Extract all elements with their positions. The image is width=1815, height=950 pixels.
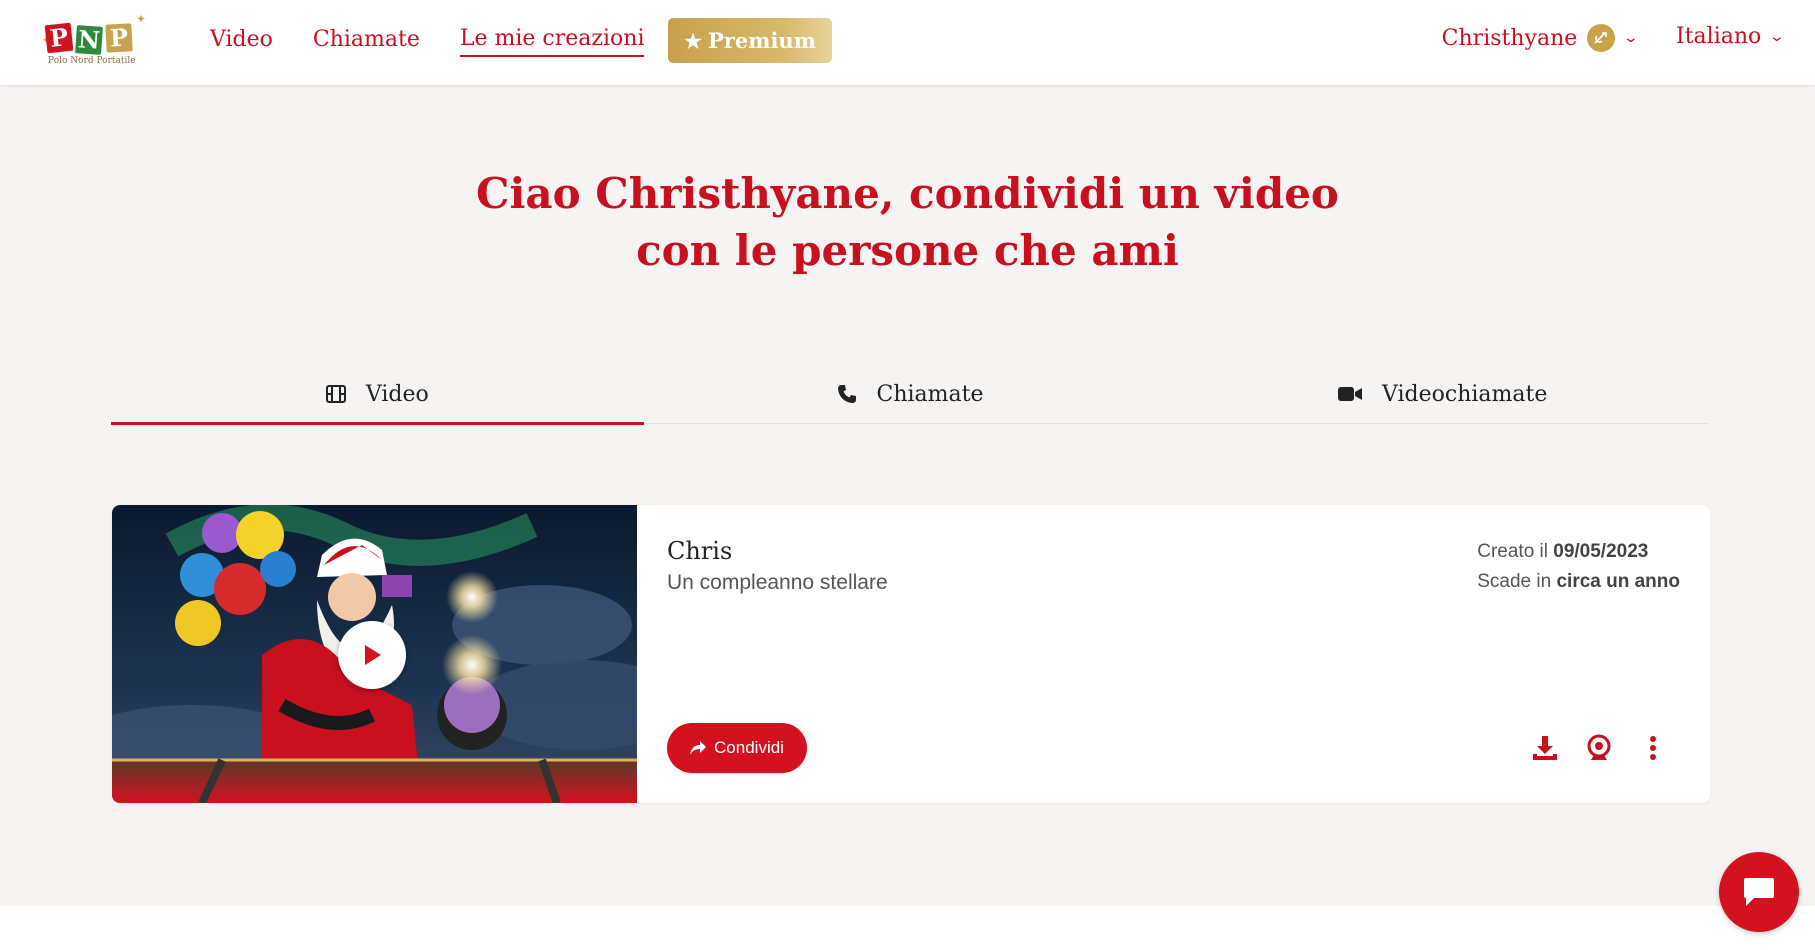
chat-bubble-icon <box>1744 878 1774 906</box>
play-icon <box>365 645 381 665</box>
main-nav: Video Chiamate Le mie creazioni <box>210 24 684 58</box>
more-vertical-icon[interactable] <box>1636 731 1670 765</box>
play-button[interactable] <box>338 621 406 689</box>
language-selector[interactable]: Italiano ⌄ <box>1676 24 1786 49</box>
chat-button[interactable] <box>1719 852 1799 932</box>
logo-letter: N <box>75 24 103 55</box>
avatar-icon <box>1587 24 1616 52</box>
created-value: 09/05/2023 <box>1553 541 1649 562</box>
user-menu[interactable]: Christhyane ⌄ <box>1441 24 1640 52</box>
logo-letter: P <box>105 23 133 53</box>
creation-tabs: Video Chiamate Videochiamate <box>111 365 1709 425</box>
share-arrow-icon <box>690 741 707 755</box>
creation-meta: Creato il 09/05/2023 Scade in circa un a… <box>1477 537 1680 597</box>
sparkle-icon: ✦ <box>136 12 147 26</box>
videocam-icon <box>1337 386 1362 402</box>
creation-card: Chris Un compleanno stellare Creato il 0… <box>112 505 1710 803</box>
premium-label: Premium <box>708 28 816 53</box>
nav-le-mie-creazioni[interactable]: Le mie creazioni <box>459 26 645 57</box>
webcam-icon[interactable] <box>1582 731 1616 765</box>
page-title-line1: Ciao Christhyane, condividi un video <box>476 169 1339 218</box>
logo-letter: P <box>44 22 74 54</box>
created-date: Creato il 09/05/2023 <box>1477 537 1680 567</box>
creation-actions <box>1508 731 1670 765</box>
film-icon <box>325 385 346 403</box>
tab-label: Chiamate <box>876 381 984 407</box>
user-name: Christhyane <box>1441 25 1578 51</box>
logo-subtitle: Polo Nord Portatile <box>48 56 136 66</box>
share-button[interactable]: Condividi <box>667 723 807 773</box>
tab-chiamate[interactable]: Chiamate <box>644 365 1177 423</box>
language-label: Italiano <box>1676 24 1762 49</box>
tab-video[interactable]: Video <box>111 365 644 425</box>
chevron-down-icon: ⌄ <box>1768 28 1786 45</box>
premium-button[interactable]: ★ Premium <box>668 18 832 63</box>
phone-icon <box>837 384 857 404</box>
footer-strip <box>0 906 1815 950</box>
download-icon[interactable] <box>1528 731 1562 765</box>
creation-title: Chris <box>667 537 733 565</box>
nav-video[interactable]: Video <box>210 27 273 56</box>
expires-value: circa un anno <box>1556 571 1680 592</box>
pnp-logo[interactable]: ✦ ✦ P N P Polo Nord Portatile <box>40 12 155 72</box>
page-title: Ciao Christhyane, condividi un video con… <box>0 165 1815 279</box>
chevron-down-icon: ⌄ <box>1622 30 1640 46</box>
creation-subtitle: Un compleanno stellare <box>667 571 888 594</box>
share-label: Condividi <box>714 738 784 757</box>
nav-chiamate[interactable]: Chiamate <box>313 27 420 56</box>
tab-label: Videochiamate <box>1381 381 1548 407</box>
tab-label: Video <box>365 381 429 407</box>
created-prefix: Creato il <box>1477 541 1548 562</box>
page-title-line2: con le persone che ami <box>636 226 1179 275</box>
top-header: ✦ ✦ P N P Polo Nord Portatile Video Chia… <box>0 0 1815 85</box>
video-thumbnail[interactable] <box>112 505 637 803</box>
tab-videochiamate[interactable]: Videochiamate <box>1176 365 1709 423</box>
star-icon: ★ <box>684 28 703 53</box>
expires-prefix: Scade in <box>1477 571 1552 592</box>
expiry: Scade in circa un anno <box>1477 567 1680 597</box>
